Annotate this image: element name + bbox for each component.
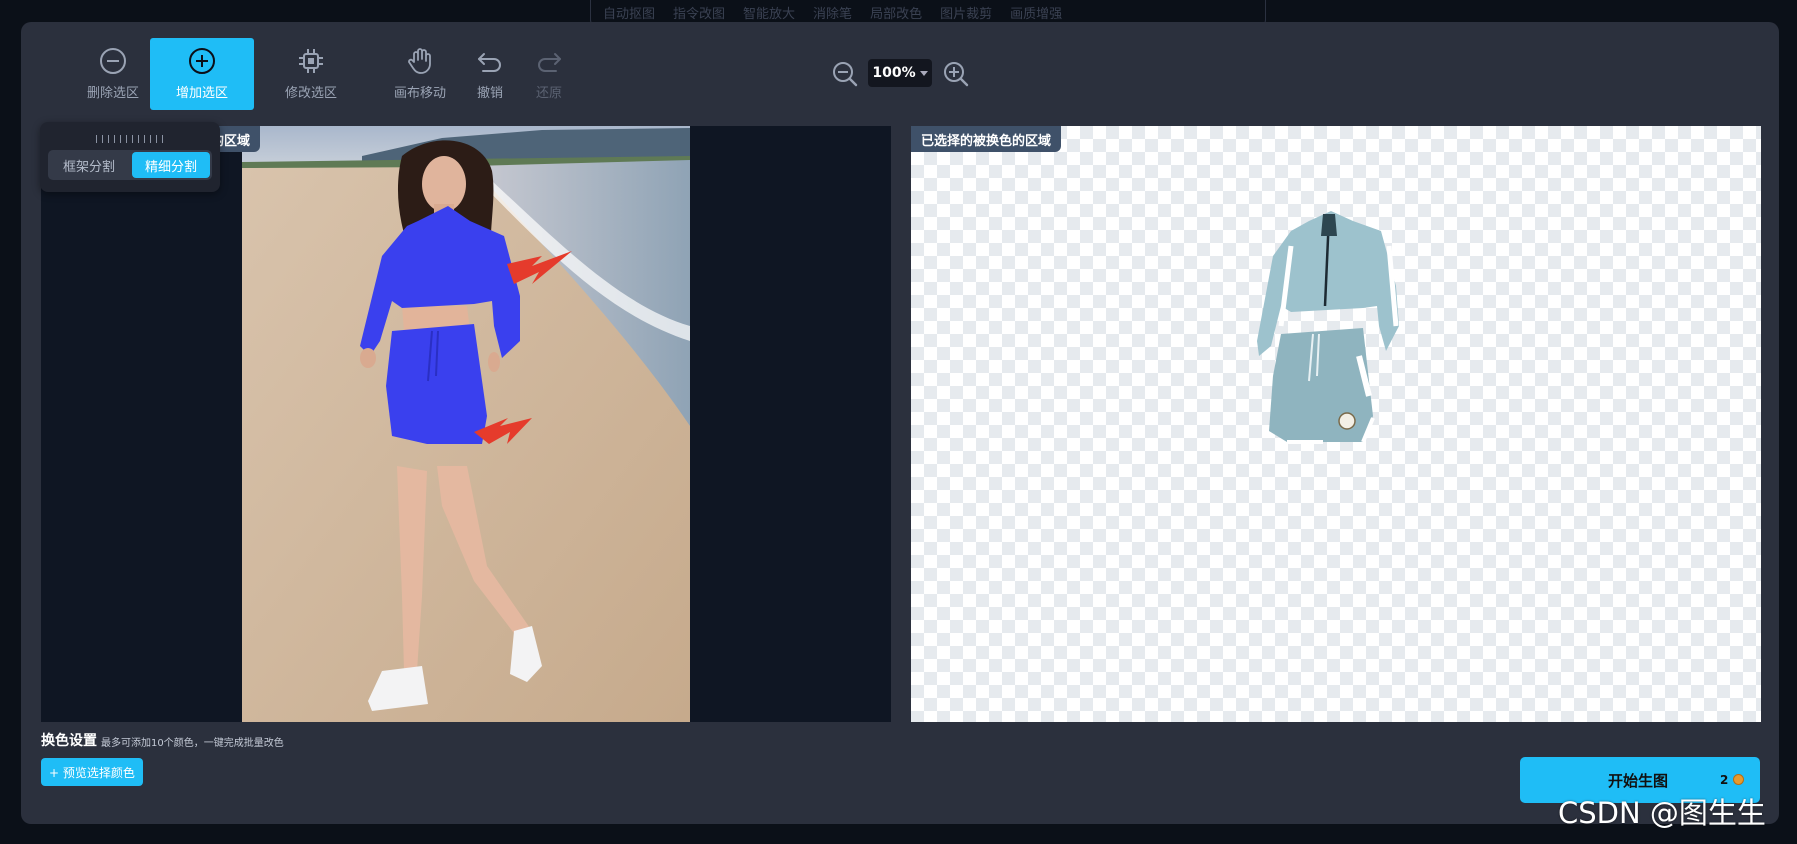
- plus-circle-icon: [189, 48, 215, 74]
- redo-icon: [538, 53, 561, 72]
- coin-icon: [1733, 774, 1744, 785]
- zoom-level-value: 100%: [872, 65, 916, 81]
- add-selection-button[interactable]: 增加选区: [150, 38, 254, 110]
- hand-icon: [408, 48, 431, 74]
- preview-select-color-button[interactable]: + 预览选择颜色: [41, 758, 143, 786]
- source-image-pane[interactable]: 的区域: [41, 126, 891, 722]
- color-settings-title: 换色设置: [41, 733, 97, 749]
- minus-circle-icon: [100, 48, 126, 74]
- color-settings-hint: 最多可添加10个颜色，一键完成批量改色: [101, 738, 284, 749]
- bg-tool-1: 自动抠图: [603, 7, 656, 22]
- canvas-move-label: 画布移动: [393, 86, 446, 101]
- segmentation-mode-toggle: 框架分割 精细分割: [48, 150, 212, 180]
- selected-clothing-cutout: [1257, 211, 1399, 444]
- bg-tool-3: 智能放大: [743, 7, 796, 22]
- source-photo[interactable]: [242, 126, 690, 722]
- box-segmentation-tab[interactable]: 框架分割: [50, 152, 128, 178]
- zoom-in-icon[interactable]: [942, 60, 970, 88]
- chevron-down-icon: [919, 70, 928, 76]
- zoom-out-icon[interactable]: [831, 60, 859, 88]
- drag-handle[interactable]: [96, 135, 164, 143]
- generation-cost: 2: [1720, 773, 1729, 787]
- undo-label: 撤销: [476, 86, 503, 101]
- recolor-editor-modal: 删除选区 增加选区 修改选区 画布移动 撤销 还原 100% 的区域 框架分割 …: [21, 22, 1779, 824]
- bg-tool-7: 画质增强: [1010, 7, 1063, 22]
- add-selection-label: 增加选区: [175, 86, 228, 101]
- bg-tool-5: 局部改色: [870, 7, 923, 22]
- redo-label: 还原: [535, 86, 562, 101]
- fine-segmentation-tab[interactable]: 精细分割: [132, 152, 210, 178]
- bg-tool-4: 消除笔: [813, 7, 853, 22]
- selected-region-pane: 已选择的被换色的区域: [911, 126, 1761, 722]
- zoom-level-select[interactable]: 100%: [868, 59, 932, 87]
- bg-tool-6: 图片裁剪: [940, 7, 993, 22]
- segmentation-popup: 框架分割 精细分割: [40, 122, 220, 192]
- right-pane-label: 已选择的被换色的区域: [911, 126, 1062, 152]
- bg-tool-2: 指令改图: [673, 7, 726, 22]
- chip-edit-icon: [299, 49, 323, 73]
- remove-selection-label: 删除选区: [86, 86, 139, 101]
- modify-selection-label: 修改选区: [284, 86, 337, 101]
- watermark: CSDN @图生生: [1558, 796, 1766, 830]
- start-generate-label: 开始生图: [1608, 772, 1669, 790]
- modify-selection-button[interactable]: 修改选区: [259, 38, 363, 110]
- undo-icon: [478, 53, 501, 72]
- redo-button[interactable]: 还原: [513, 38, 585, 110]
